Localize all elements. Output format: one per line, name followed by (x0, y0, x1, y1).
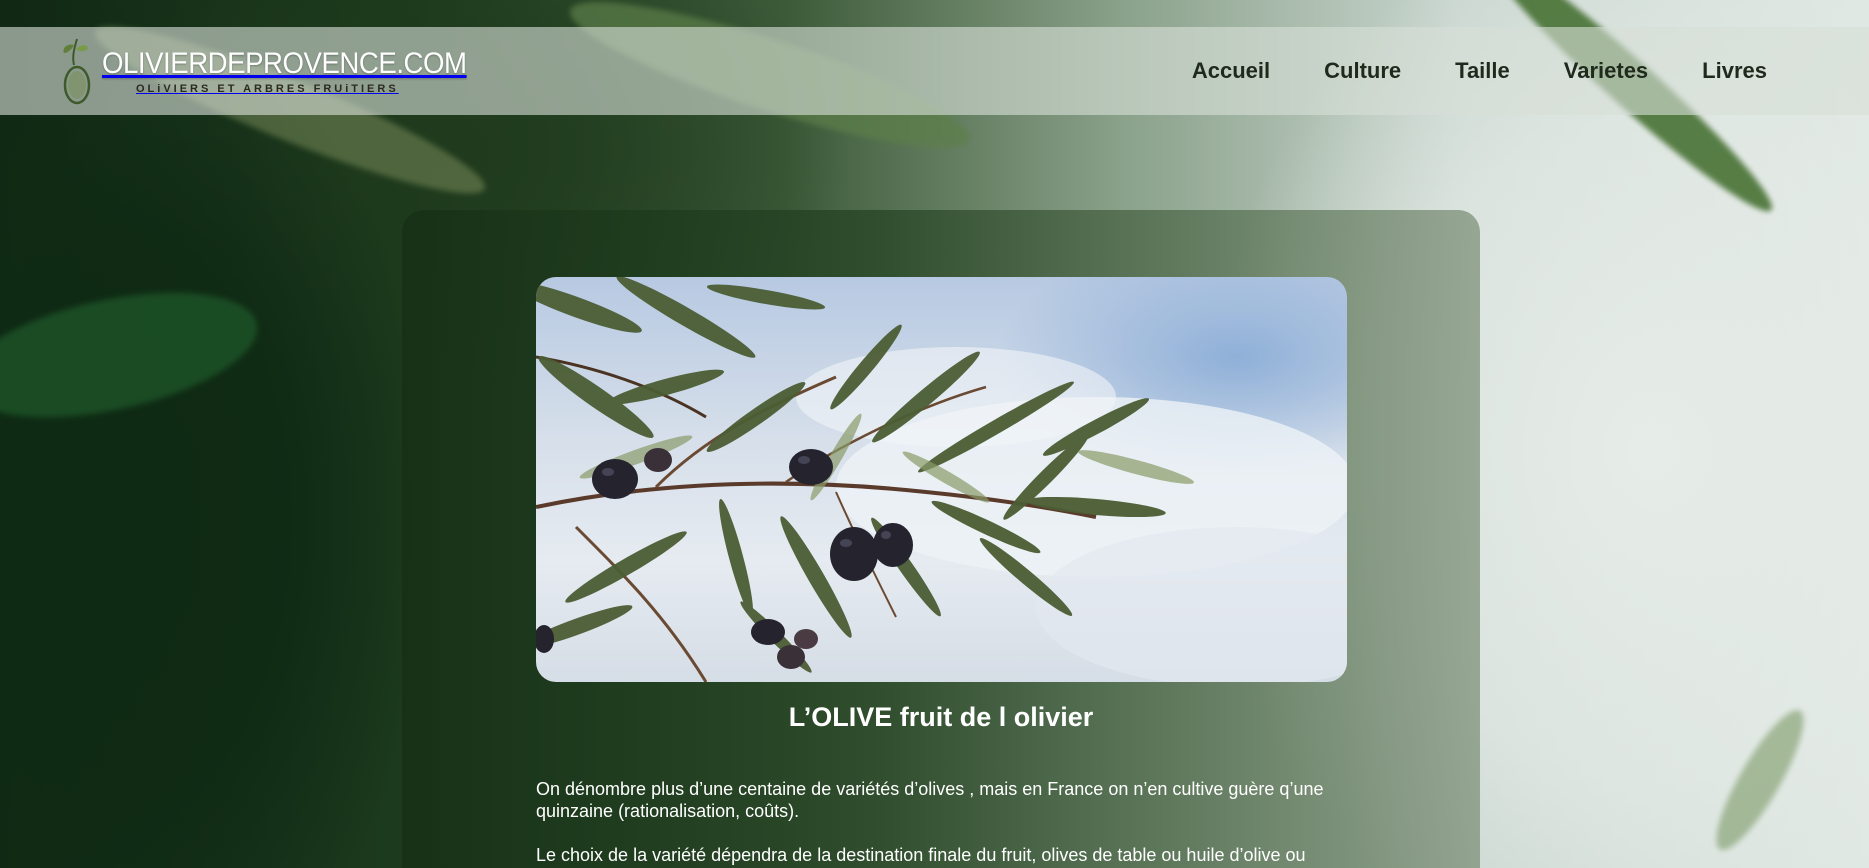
nav-link-varietes[interactable]: Varietes (1564, 58, 1648, 84)
logo-subtitle: OLiVIERS ET ARBRES FRUiTIERS (136, 83, 399, 95)
nav-link-culture[interactable]: Culture (1324, 58, 1401, 84)
nav-link-accueil[interactable]: Accueil (1192, 58, 1270, 84)
article-card: L’OLIVE fruit de l olivier On dénombre p… (402, 210, 1480, 868)
article-title: L’OLIVE fruit de l olivier (788, 702, 1094, 732)
olive-logo-icon (63, 38, 91, 105)
background-leaf (0, 270, 269, 440)
olive-branch-image (536, 277, 1347, 682)
olive-branch-illustration (536, 277, 1347, 682)
article-paragraph: Le choix de la variété dépendra de la de… (536, 845, 1306, 865)
article-paragraph: On dénombre plus d’une centaine de varié… (536, 779, 1324, 821)
background-leaf (1702, 700, 1818, 860)
logo-title: OLIVIERDEPROVENCE.COM (102, 47, 467, 80)
site-logo[interactable]: OLIVIERDEPROVENCE.COM OLiVIERS ET ARBRES… (58, 27, 498, 115)
site-header: OLIVIERDEPROVENCE.COM OLiVIERS ET ARBRES… (0, 27, 1869, 115)
page-background: OLIVIERDEPROVENCE.COM OLiVIERS ET ARBRES… (0, 0, 1869, 868)
nav-link-livres[interactable]: Livres (1702, 58, 1767, 84)
main-nav: Accueil Culture Taille Varietes Livres (1192, 27, 1767, 115)
nav-link-taille[interactable]: Taille (1455, 58, 1510, 84)
